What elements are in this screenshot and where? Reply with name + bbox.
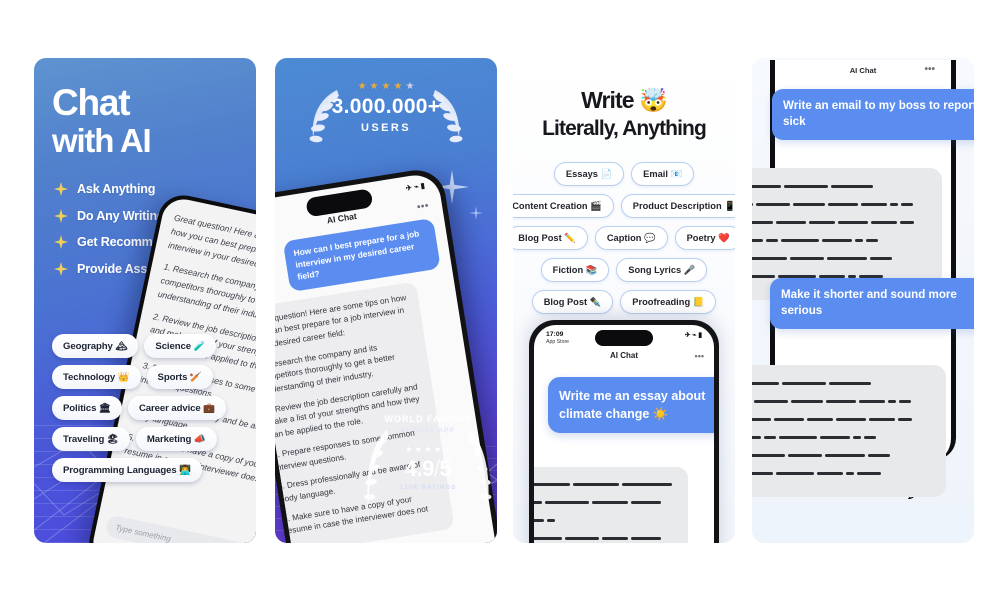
skeleton-row (752, 395, 935, 413)
app-store-screenshot-gallery: Chat with AI Ask Anything Do Any Writing… (0, 0, 1000, 600)
star-icon: ★ (424, 445, 432, 454)
panel1-headline-line1: Chat (52, 82, 131, 123)
skeleton-row (534, 532, 678, 543)
panel3-headline-line1: Write 🤯 (581, 87, 668, 113)
topic-chip[interactable]: Technology 👑 (52, 365, 141, 389)
chat-nav-title: AI Chat ••• (775, 64, 951, 75)
topic-chip[interactable]: Marketing 📣 (135, 427, 217, 451)
user-message-bubble-1: Write an email to my boss to report sick (772, 89, 974, 140)
dynamic-island (595, 330, 653, 346)
panel3-phone-mockup: 17:09 App Store ✈ ⌁ ▮ AI Chat ••• Write … (529, 320, 719, 543)
panel2-world-famous-badge: WORLD FAMOUS AI CHAT APP ★ ★ ★ ★ ★ 4.9/5… (364, 414, 492, 510)
rating-stars: ★ ★ ★ ★ ★ (358, 82, 415, 92)
star-icon: ★ (405, 445, 413, 454)
star-icon: ★ (357, 81, 367, 92)
status-time-group: 17:09 App Store (546, 331, 569, 345)
laurel-wreath-left-icon (309, 90, 339, 143)
user-message-bubble: Write me an essay about climate change ☀… (548, 377, 714, 434)
writing-type-chip[interactable]: Poetry ❤️ (674, 226, 735, 250)
score-value: 4.9 (404, 456, 435, 481)
topic-chip[interactable]: Traveling 🏖 (52, 427, 130, 451)
laurel-wreath-right-icon (467, 430, 492, 510)
score-separator: / (433, 456, 440, 481)
topic-chip[interactable]: Politics 🏛 (52, 396, 122, 420)
laurel-wreath-left-icon (364, 430, 389, 510)
score-max: 5 (439, 456, 452, 481)
user-message-bubble-2: Make it shorter and sound more serious (770, 278, 974, 329)
sparkle-icon (54, 182, 68, 196)
ai-response-skeleton (534, 467, 688, 543)
user-message-bubble: How can I best prepare for a job intervi… (282, 217, 441, 292)
ai-response-skeleton-2 (752, 365, 946, 497)
status-source: App Store (546, 339, 570, 345)
nav-title-text: AI Chat (610, 351, 638, 360)
topic-chip[interactable]: Programming Languages 👨‍💻 (52, 458, 202, 482)
topic-chip[interactable]: Geography 🏔 (52, 334, 139, 358)
skeleton-row (752, 180, 931, 198)
panel1-headline-line2: with AI (52, 121, 152, 159)
skeleton-row (752, 252, 931, 270)
ellipsis-icon[interactable]: ••• (695, 351, 704, 361)
feature-item: Ask Anything (54, 182, 204, 196)
writing-type-chip[interactable]: Proofreading 📒 (620, 290, 717, 314)
panel3-headline: Write 🤯 Literally, Anything (513, 87, 735, 140)
badge-title: WORLD FAMOUS (384, 414, 472, 424)
user-count-label: USERS (361, 122, 411, 134)
star-icon: ★ (393, 81, 403, 92)
sparkle-icon (469, 206, 483, 220)
sparkle-icon (54, 208, 68, 223)
panel1-topic-chips: Geography 🏔 Science 🧪 Technology 👑 Sport… (52, 334, 256, 482)
laurel-wreath-right-icon (433, 90, 463, 143)
topic-chip[interactable]: Career advice 💼 (127, 396, 227, 420)
ellipsis-icon[interactable]: ••• (416, 200, 430, 213)
panel3-phone-screen: 17:09 App Store ✈ ⌁ ▮ AI Chat ••• Write … (534, 325, 714, 543)
screenshot-panel-remember-context[interactable]: AI Chat ••• Write an email to my boss to… (752, 58, 974, 543)
writing-type-chip[interactable]: Song Lyrics 🎤 (616, 258, 708, 282)
writing-type-chip[interactable]: Blog Post ✒️ (531, 290, 614, 314)
panel2-users-badge: ★ ★ ★ ★ ★ 3.000.000+ USERS (275, 82, 497, 143)
skeleton-row (752, 431, 935, 449)
skeleton-row (752, 413, 935, 431)
star-icon: ★ (434, 445, 442, 454)
star-icon: ★ (443, 445, 451, 454)
screenshot-panel-chat-with-ai[interactable]: Chat with AI Ask Anything Do Any Writing… (34, 58, 256, 543)
topic-chip[interactable]: Science 🧪 (144, 334, 217, 358)
ellipsis-icon[interactable]: ••• (924, 64, 935, 75)
screenshot-panel-users-rating[interactable]: ★ ★ ★ ★ ★ 3.000.000+ USERS ✈ ⌁ ▮ AI Chat… (275, 58, 497, 543)
skeleton-row (534, 496, 678, 532)
skeleton-row (752, 198, 931, 216)
star-icon: ★ (369, 81, 379, 92)
nav-title-text: AI Chat (849, 66, 877, 75)
skeleton-row (534, 478, 678, 496)
writing-type-chip[interactable]: Caption 💬 (594, 226, 668, 250)
topic-chip[interactable]: Sports 🏏 (146, 365, 213, 389)
writing-type-chip[interactable]: Product Description 📱 (620, 194, 735, 218)
skeleton-row (752, 234, 931, 252)
skeleton-row (752, 377, 935, 395)
star-icon: ★ (414, 445, 422, 454)
feature-label: Ask Anything (77, 182, 156, 196)
sparkle-icon (54, 261, 68, 276)
skeleton-row (752, 216, 931, 234)
writing-type-chip[interactable]: Email 📧 (631, 162, 695, 186)
status-indicators: ✈ ⌁ ▮ (684, 332, 702, 339)
writing-type-chip[interactable]: Essays 📄 (553, 162, 625, 186)
skeleton-row (752, 449, 935, 467)
panel1-headline: Chat with AI (52, 82, 152, 159)
chat-nav-title: AI Chat ••• (534, 351, 714, 361)
star-icon: ★ (381, 81, 391, 92)
user-count: 3.000.000+ (331, 95, 441, 118)
status-time: 17:09 (546, 331, 564, 338)
writing-type-chip[interactable]: Blog Post ✏️ (513, 226, 588, 250)
star-icon: ★ (405, 81, 415, 92)
screenshot-panel-write-anything[interactable]: Write 🤯 Literally, Anything Essays 📄 Ema… (513, 58, 735, 543)
skeleton-row (752, 467, 935, 485)
writing-type-chip[interactable]: Content Creation 🎬 (513, 194, 614, 218)
panel3-writing-type-chips: Essays 📄 Email 📧 Content Creation 🎬 Prod… (513, 162, 735, 346)
status-indicators: ✈ ⌁ ▮ (405, 180, 426, 193)
writing-type-chip[interactable]: Fiction 📚 (540, 258, 610, 282)
sparkle-icon (54, 235, 68, 249)
panel3-headline-line2: Literally, Anything (542, 116, 707, 140)
message-input[interactable]: Type something (104, 514, 256, 543)
